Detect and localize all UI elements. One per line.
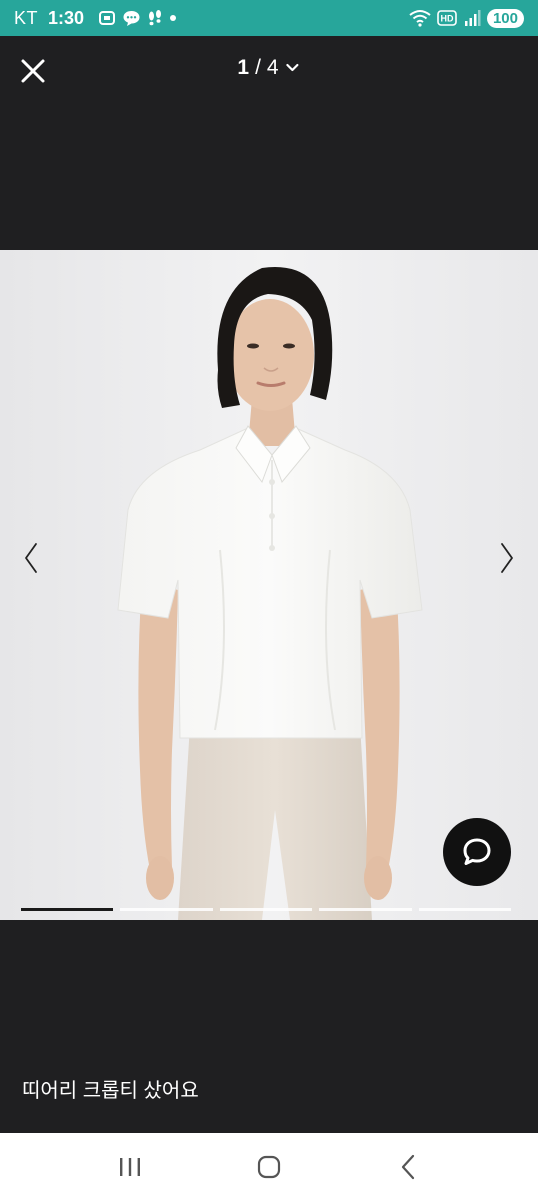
chat-bubble-icon	[463, 838, 491, 865]
post-caption: 띠어리 크롭티 샀어요	[22, 1080, 199, 1102]
back-icon	[402, 1154, 415, 1179]
progress-segment	[418, 908, 512, 911]
screenshot-icon	[98, 9, 116, 27]
svg-text:HD: HD	[440, 14, 453, 24]
recent-apps-icon	[119, 1157, 140, 1176]
signal-icon	[463, 9, 481, 27]
notification-icons	[98, 9, 177, 27]
wifi-icon	[409, 9, 431, 27]
chat-button[interactable]	[443, 818, 511, 886]
battery-level: 100	[486, 8, 524, 28]
page-separator: /	[255, 56, 261, 79]
home-button[interactable]	[239, 1142, 299, 1192]
recent-apps-button[interactable]	[100, 1142, 160, 1192]
page-current: 1	[237, 56, 250, 79]
status-left: KT 1:30	[14, 8, 177, 29]
carrier-label: KT	[14, 7, 39, 28]
clock: 1:30	[48, 7, 85, 28]
hd-icon: HD	[437, 10, 457, 26]
chevron-left-icon	[25, 543, 37, 573]
product-image	[0, 250, 538, 920]
chevron-down-icon	[286, 63, 299, 72]
progress-segment	[319, 908, 412, 911]
page-total: 4	[266, 56, 279, 79]
product-photo[interactable]	[0, 250, 538, 920]
progress-segment	[219, 908, 313, 911]
viewer-header: 1 / 4	[0, 36, 538, 106]
back-button[interactable]	[378, 1142, 438, 1192]
status-right: HD 100	[409, 8, 524, 28]
chevron-right-icon	[501, 543, 513, 573]
status-bar: KT 1:30 HD 100	[0, 0, 538, 36]
footsteps-icon	[147, 9, 163, 27]
slide-progress	[21, 908, 512, 912]
system-navigation-bar	[0, 1133, 538, 1200]
progress-segment	[21, 908, 114, 911]
next-image-button[interactable]	[492, 540, 522, 576]
chat-bubble-icon	[122, 9, 141, 27]
close-button[interactable]	[18, 56, 48, 86]
close-icon	[21, 59, 45, 83]
dot-icon	[169, 14, 177, 22]
page-counter-dropdown[interactable]: 1 / 4	[237, 56, 300, 80]
previous-image-button[interactable]	[16, 540, 46, 576]
home-icon	[257, 1155, 281, 1178]
progress-segment	[120, 908, 213, 911]
